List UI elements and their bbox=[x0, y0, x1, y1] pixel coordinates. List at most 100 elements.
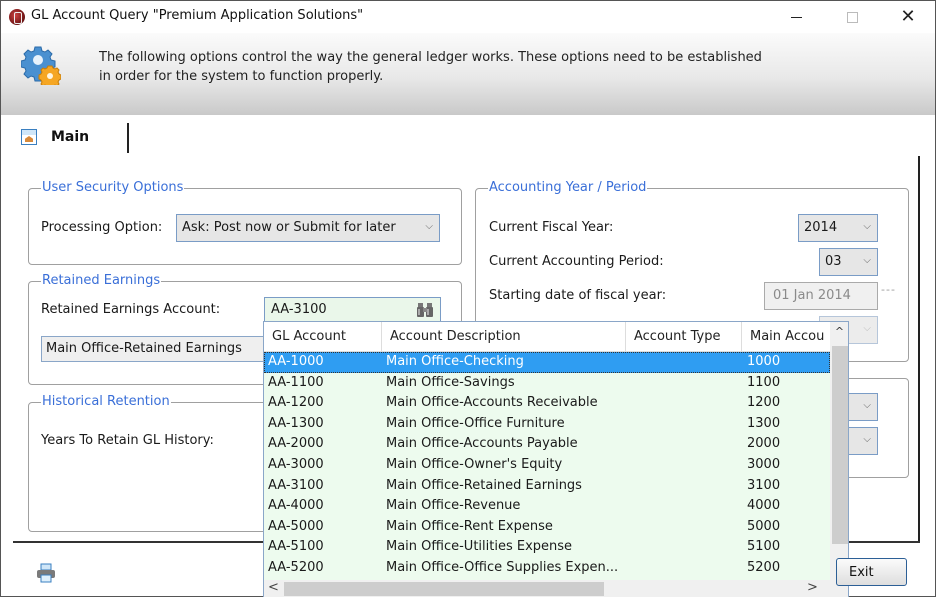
accounting-period-value: 03 bbox=[825, 254, 842, 269]
date-picker-dashes: --- bbox=[881, 283, 896, 296]
settings-gears-icon bbox=[21, 46, 61, 85]
grid-row[interactable]: AA-4000 Main Office-Revenue 4000 bbox=[264, 496, 830, 517]
column-header-account-description[interactable]: Account Description bbox=[382, 322, 626, 352]
retained-earnings-legend: Retained Earnings bbox=[41, 273, 162, 288]
cell-account-description: Main Office-Retained Earnings bbox=[386, 477, 582, 493]
historical-retention-legend: Historical Retention bbox=[41, 394, 171, 409]
years-to-retain-label: Years To Retain GL History: bbox=[41, 433, 214, 448]
chevron-down-icon: ⌵ bbox=[863, 255, 871, 266]
cell-gl-account: AA-1300 bbox=[268, 415, 324, 431]
column-header-account-type[interactable]: Account Type bbox=[626, 322, 742, 352]
cell-main-account: 3000 bbox=[747, 456, 781, 472]
binoculars-icon[interactable] bbox=[416, 302, 434, 318]
minimize-button[interactable] bbox=[773, 1, 819, 33]
grid-row[interactable]: AA-2000 Main Office-Accounts Payable 2000 bbox=[264, 434, 830, 455]
gl-account-lookup-grid[interactable]: GL Account Account Description Account T… bbox=[263, 321, 849, 597]
starting-date-field: 01 Jan 2014 bbox=[764, 282, 878, 310]
close-icon: ✕ bbox=[900, 6, 916, 27]
panel-border-right bbox=[918, 156, 920, 541]
cell-main-account: 3100 bbox=[747, 477, 781, 493]
maximize-icon bbox=[846, 11, 858, 23]
grid-row[interactable]: AA-3000 Main Office-Owner's Equity 3000 bbox=[264, 455, 830, 476]
accounting-year-period-legend: Accounting Year / Period bbox=[488, 180, 648, 195]
header-line-2: in order for the system to function prop… bbox=[99, 69, 384, 84]
fiscal-year-select[interactable]: 2014 ⌵ bbox=[798, 214, 878, 242]
header-description: The following options control the way th… bbox=[99, 48, 762, 86]
gl-account-query-window: GL Account Query "Premium Application So… bbox=[0, 0, 936, 597]
printer-icon[interactable] bbox=[36, 563, 56, 583]
cell-main-account: 1000 bbox=[747, 354, 781, 369]
tab-main[interactable]: Main bbox=[15, 123, 127, 153]
column-header-main-account[interactable]: Main Accou bbox=[742, 322, 830, 352]
cell-gl-account: AA-1000 bbox=[268, 354, 324, 369]
cell-gl-account: AA-5200 bbox=[268, 559, 324, 575]
grid-row[interactable]: AA-1300 Main Office-Office Furniture 1300 bbox=[264, 414, 830, 435]
retained-earnings-account-input[interactable]: AA-3100 bbox=[264, 297, 441, 323]
cell-main-account: 1300 bbox=[747, 415, 781, 431]
cell-account-description: Main Office-Revenue bbox=[386, 498, 521, 514]
scroll-up-icon[interactable]: ^ bbox=[830, 322, 848, 344]
grid-header: GL Account Account Description Account T… bbox=[264, 322, 830, 352]
cell-gl-account: AA-5100 bbox=[268, 539, 324, 555]
cell-gl-account: AA-4000 bbox=[268, 498, 324, 514]
window-title: GL Account Query "Premium Application So… bbox=[31, 8, 364, 23]
horizontal-scroll-thumb[interactable] bbox=[284, 582, 604, 596]
cell-main-account: 5100 bbox=[747, 539, 781, 555]
cell-main-account: 1100 bbox=[747, 374, 781, 390]
exit-button-label: Exit bbox=[849, 565, 874, 580]
tab-divider bbox=[127, 123, 129, 153]
starting-date-value: 01 Jan 2014 bbox=[773, 288, 851, 303]
fiscal-year-value: 2014 bbox=[804, 220, 838, 235]
column-header-gl-account[interactable]: GL Account bbox=[264, 322, 382, 352]
processing-option-select[interactable]: Ask: Post now or Submit for later ⌵ bbox=[176, 214, 440, 242]
scroll-right-icon[interactable]: > bbox=[807, 580, 818, 595]
retained-earnings-description: Main Office-Retained Earnings bbox=[41, 336, 271, 362]
grid-rows: AA-1000 Main Office-Checking 1000 AA-1100 Ma… bbox=[264, 352, 830, 579]
vertical-scroll-thumb[interactable] bbox=[832, 346, 848, 544]
grid-row[interactable]: AA-5200 Main Office-Office Supplies Expen… bbox=[264, 558, 830, 579]
vertical-scrollbar[interactable]: ^ v bbox=[830, 322, 848, 580]
chevron-down-icon: ⌵ bbox=[863, 323, 871, 334]
cell-main-account: 5200 bbox=[747, 559, 781, 575]
horizontal-scrollbar[interactable]: < > bbox=[264, 580, 848, 597]
grid-row[interactable]: AA-5100 Main Office-Utilities Expense 5100 bbox=[264, 537, 830, 558]
retained-earnings-description-value: Main Office-Retained Earnings bbox=[46, 341, 242, 356]
cell-gl-account: AA-5000 bbox=[268, 518, 324, 534]
processing-option-value: Ask: Post now or Submit for later bbox=[182, 220, 396, 235]
header-line-1: The following options control the way th… bbox=[99, 50, 762, 65]
cell-main-account: 4000 bbox=[747, 498, 781, 514]
grid-row[interactable]: AA-5000 Main Office-Rent Expense 5000 bbox=[264, 517, 830, 538]
tab-main-label: Main bbox=[51, 129, 90, 145]
grid-row[interactable]: AA-1100 Main Office-Savings 1100 bbox=[264, 373, 830, 394]
current-accounting-period-label: Current Accounting Period: bbox=[489, 254, 664, 269]
chevron-down-icon: ⌵ bbox=[425, 221, 433, 232]
scroll-left-icon[interactable]: < bbox=[268, 580, 279, 595]
cell-gl-account: AA-1200 bbox=[268, 395, 324, 411]
current-fiscal-year-label: Current Fiscal Year: bbox=[489, 220, 614, 235]
minimize-icon bbox=[790, 16, 802, 18]
starting-date-label: Starting date of fiscal year: bbox=[489, 288, 667, 303]
exit-button[interactable]: Exit bbox=[836, 558, 907, 586]
cell-gl-account: AA-3100 bbox=[268, 477, 324, 493]
processing-option-label: Processing Option: bbox=[41, 220, 163, 235]
maximize-button[interactable] bbox=[829, 1, 875, 33]
chevron-down-icon: ⌵ bbox=[863, 400, 871, 411]
user-security-legend: User Security Options bbox=[41, 180, 185, 195]
cell-account-description: Main Office-Utilities Expense bbox=[386, 539, 573, 555]
accounting-period-select[interactable]: 03 ⌵ bbox=[819, 248, 878, 276]
cell-account-description: Main Office-Office Furniture bbox=[386, 415, 565, 431]
cell-account-description: Main Office-Rent Expense bbox=[386, 518, 553, 534]
cell-gl-account: AA-3000 bbox=[268, 456, 324, 472]
close-button[interactable]: ✕ bbox=[885, 1, 931, 33]
cell-account-description: Main Office-Checking bbox=[386, 354, 524, 369]
cell-account-description: Main Office-Office Supplies Expen... bbox=[386, 559, 619, 575]
cell-account-description: Main Office-Owner's Equity bbox=[386, 456, 563, 472]
home-icon bbox=[21, 129, 37, 145]
grid-row[interactable]: AA-3100 Main Office-Retained Earnings 3100 bbox=[264, 476, 830, 497]
cell-account-description: Main Office-Accounts Receivable bbox=[386, 395, 598, 411]
grid-row[interactable]: AA-1200 Main Office-Accounts Receivable 12… bbox=[264, 393, 830, 414]
title-bar: GL Account Query "Premium Application So… bbox=[1, 1, 935, 33]
grid-row[interactable]: AA-1000 Main Office-Checking 1000 bbox=[264, 352, 830, 373]
cell-gl-account: AA-2000 bbox=[268, 436, 324, 452]
app-logo-icon bbox=[9, 9, 25, 25]
